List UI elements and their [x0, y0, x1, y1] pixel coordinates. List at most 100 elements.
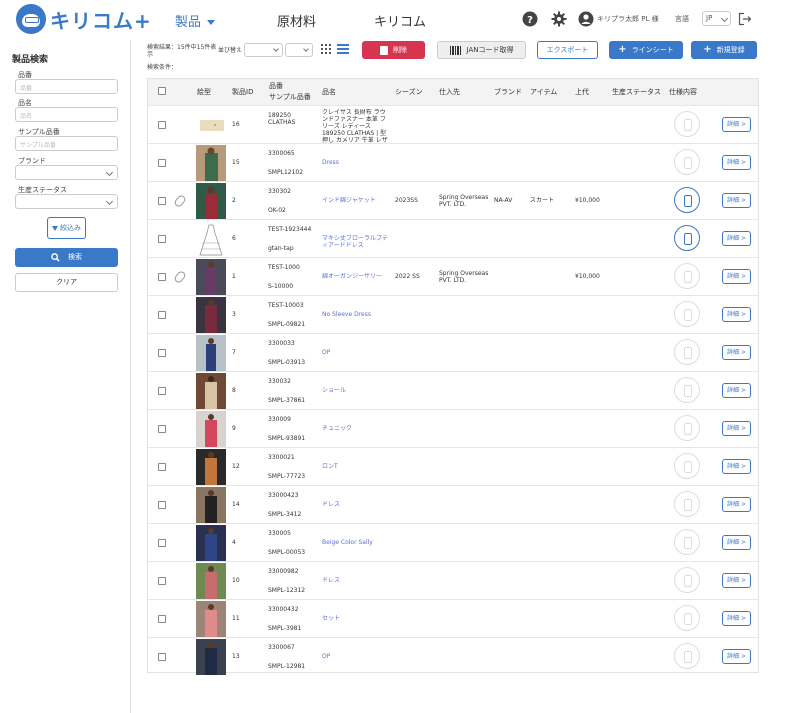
- product-thumbnail[interactable]: [196, 639, 226, 675]
- detail-button[interactable]: 詳細 >: [722, 497, 751, 512]
- row-checkbox[interactable]: [158, 197, 166, 205]
- product-thumbnail[interactable]: [196, 297, 226, 333]
- product-thumbnail[interactable]: [196, 449, 226, 485]
- nav-kiricom[interactable]: キリコム: [374, 11, 426, 30]
- app-logo[interactable]: キリコム+: [16, 4, 152, 34]
- detail-button[interactable]: 詳細 >: [722, 459, 751, 474]
- item-name-input[interactable]: 品名: [15, 107, 118, 122]
- detail-button[interactable]: 詳細 >: [722, 649, 751, 664]
- row-checkbox[interactable]: [158, 159, 166, 167]
- product-thumbnail[interactable]: [196, 373, 226, 409]
- nav-products[interactable]: 製品: [175, 11, 216, 30]
- spec-sheet-icon[interactable]: [674, 339, 700, 365]
- product-thumbnail[interactable]: [196, 335, 226, 371]
- spec-sheet-icon[interactable]: [674, 225, 700, 251]
- product-thumbnail[interactable]: [196, 107, 226, 143]
- product-thumbnail[interactable]: [196, 145, 226, 181]
- user-avatar-icon[interactable]: [578, 11, 594, 27]
- spec-sheet-icon[interactable]: [674, 605, 700, 631]
- list-view-icon[interactable]: [337, 44, 349, 54]
- detail-button[interactable]: 詳細 >: [722, 231, 751, 246]
- select-all-checkbox[interactable]: [158, 87, 166, 95]
- product-name[interactable]: OP: [322, 653, 390, 687]
- export-button[interactable]: エクスポート: [537, 41, 598, 59]
- table-row[interactable]: 1 TEST-1000 S-10000 綿オーガンジーサリー 2022 SS Spring…: [148, 257, 758, 295]
- product-thumbnail[interactable]: [196, 487, 226, 523]
- product-thumbnail[interactable]: [196, 259, 226, 295]
- col-brand[interactable]: ブランド: [494, 88, 522, 97]
- detail-button[interactable]: 詳細 >: [722, 269, 751, 284]
- new-product-button[interactable]: + 新規登録: [691, 41, 757, 59]
- clear-button[interactable]: クリア: [15, 273, 118, 292]
- row-checkbox[interactable]: [158, 235, 166, 243]
- table-row[interactable]: 3 TEST-10003 SMPL-09821 No Sleeve Dress 詳細 >: [148, 295, 758, 333]
- item-no-input[interactable]: 品番: [15, 79, 118, 94]
- spec-sheet-icon[interactable]: [674, 643, 700, 669]
- spec-sheet-icon[interactable]: [674, 415, 700, 441]
- row-checkbox[interactable]: [158, 387, 166, 395]
- spec-sheet-icon[interactable]: [674, 187, 700, 213]
- row-checkbox[interactable]: [158, 539, 166, 547]
- product-thumbnail[interactable]: [196, 601, 226, 637]
- row-checkbox[interactable]: [158, 615, 166, 623]
- table-row[interactable]: 9 330009 SMPL-93891 チュニック 詳細 >: [148, 409, 758, 447]
- spec-sheet-icon[interactable]: [674, 453, 700, 479]
- user-name[interactable]: キリプラ太郎 PL 様: [597, 14, 659, 24]
- product-thumbnail[interactable]: [196, 411, 226, 447]
- spec-sheet-icon[interactable]: [674, 491, 700, 517]
- row-checkbox[interactable]: [158, 311, 166, 319]
- row-checkbox[interactable]: [158, 121, 166, 129]
- sort-field-select[interactable]: [244, 43, 283, 57]
- delete-button[interactable]: 削除: [362, 41, 425, 59]
- table-row[interactable]: 6 TEST-1923444 gtan-tap マキシ丈フローラルプティアードドレス詳…: [148, 219, 758, 257]
- spec-sheet-icon[interactable]: [674, 377, 700, 403]
- row-checkbox[interactable]: [158, 349, 166, 357]
- detail-button[interactable]: 詳細 >: [722, 193, 751, 208]
- detail-button[interactable]: 詳細 >: [722, 117, 751, 132]
- table-row[interactable]: 10 33000982 SMPL-12312 ドレス 詳細 >: [148, 561, 758, 599]
- spec-sheet-icon[interactable]: [674, 529, 700, 555]
- col-price[interactable]: 上代: [575, 88, 589, 97]
- spec-sheet-icon[interactable]: [674, 111, 700, 137]
- table-row[interactable]: 15 3300065 SMPL12102 Dress 詳細 >: [148, 143, 758, 181]
- table-row[interactable]: 2 330302 OK-02 インド綿ジャケット 2023SS Spring Overse…: [148, 181, 758, 219]
- detail-button[interactable]: 詳細 >: [722, 421, 751, 436]
- col-product-id[interactable]: 製品ID: [232, 88, 253, 97]
- spec-sheet-icon[interactable]: [674, 149, 700, 175]
- detail-button[interactable]: 詳細 >: [722, 307, 751, 322]
- table-row[interactable]: 7 3300033 SMPL-03913 OP 詳細 >: [148, 333, 758, 371]
- nav-materials[interactable]: 原材料: [277, 11, 316, 30]
- detail-button[interactable]: 詳細 >: [722, 383, 751, 398]
- detail-button[interactable]: 詳細 >: [722, 535, 751, 550]
- detail-button[interactable]: 詳細 >: [722, 345, 751, 360]
- row-checkbox[interactable]: [158, 653, 166, 661]
- product-thumbnail[interactable]: [196, 563, 226, 599]
- table-row[interactable]: 12 3300021 SMPL-77723 ロンT 詳細 >: [148, 447, 758, 485]
- product-thumbnail[interactable]: [196, 525, 226, 561]
- table-row[interactable]: 11 33000432 SMPL-3981 セット 詳細 >: [148, 599, 758, 637]
- product-thumbnail[interactable]: [196, 221, 226, 257]
- production-status-select[interactable]: [15, 194, 118, 209]
- table-row[interactable]: 8 330032 SMPL-37861 ショール 詳細 >: [148, 371, 758, 409]
- detail-button[interactable]: 詳細 >: [722, 573, 751, 588]
- spec-sheet-icon[interactable]: [674, 301, 700, 327]
- grid-view-icon[interactable]: [321, 44, 331, 54]
- spec-sheet-icon[interactable]: [674, 263, 700, 289]
- col-sample-no[interactable]: サンプル品番: [269, 93, 311, 102]
- col-item[interactable]: アイテム: [530, 88, 557, 97]
- product-thumbnail[interactable]: [196, 183, 226, 219]
- spec-sheet-icon[interactable]: [674, 567, 700, 593]
- row-checkbox[interactable]: [158, 501, 166, 509]
- help-icon[interactable]: ?: [522, 11, 538, 27]
- table-row[interactable]: 14 33000423 SMPL-3412 ドレス 詳細 >: [148, 485, 758, 523]
- brand-select[interactable]: [15, 165, 118, 180]
- narrow-button[interactable]: 絞込み: [47, 217, 86, 239]
- col-season[interactable]: シーズン: [395, 88, 423, 97]
- language-select[interactable]: JP: [702, 11, 731, 26]
- col-item-no[interactable]: 品番: [269, 82, 283, 91]
- table-row[interactable]: 13 3300067 SMPL-12981 OP 詳細 >: [148, 637, 758, 675]
- row-checkbox[interactable]: [158, 577, 166, 585]
- logout-icon[interactable]: [738, 12, 752, 26]
- table-row[interactable]: 16 189250 CLATHAS クレイサス 長財布 ラウンドファスナー 本革 フ…: [148, 105, 758, 143]
- linesheet-button[interactable]: + ラインシート: [609, 41, 683, 59]
